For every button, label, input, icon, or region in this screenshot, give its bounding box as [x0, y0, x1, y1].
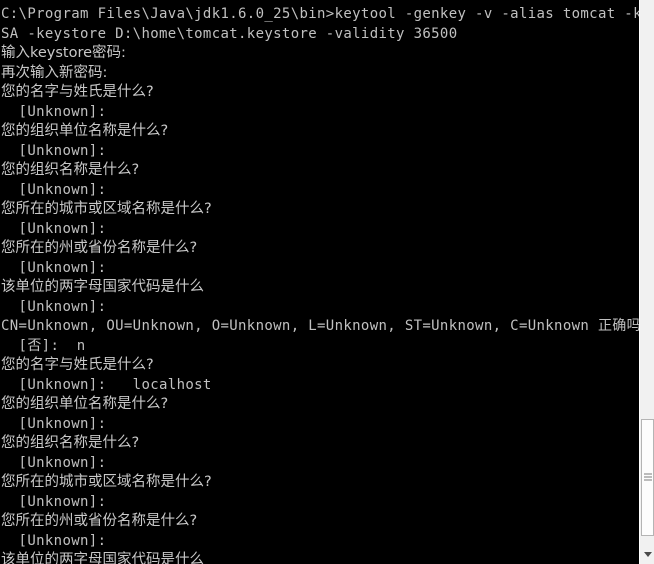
console-line: 您的组织名称是什么?	[1, 435, 140, 451]
console-line: 您所在的城市或区域名称是什么?	[1, 201, 212, 217]
console-line: 该单位的两字母国家代码是什么	[1, 279, 204, 295]
console-line-dn-summary: CN=Unknown, OU=Unknown, O=Unknown, L=Unk…	[1, 318, 639, 334]
scrollbar-down-button[interactable]	[641, 547, 654, 564]
console-line: [Unknown]:	[1, 415, 107, 432]
console-line: 输入keystore密码:	[1, 45, 126, 61]
console-line: 您的组织单位名称是什么?	[1, 123, 169, 139]
console-line: [Unknown]:	[1, 454, 107, 471]
console-line: [Unknown]:	[1, 493, 107, 510]
scrollbar-grip-icon	[643, 473, 652, 482]
console-line: [Unknown]:	[1, 142, 107, 159]
console-line: SA -keystore D:\home\tomcat.keystore -va…	[1, 25, 458, 42]
console-line: 您的名字与姓氏是什么?	[1, 84, 154, 100]
console-line: [Unknown]:	[1, 532, 107, 549]
console-line: [Unknown]:	[1, 181, 107, 198]
console-line: 该单位的两字母国家代码是什么	[1, 552, 204, 564]
console-line: 您所在的州或省份名称是什么?	[1, 240, 198, 256]
vertical-scrollbar[interactable]	[639, 0, 654, 564]
console-line: 您所在的州或省份名称是什么?	[1, 513, 198, 529]
scrollbar-thumb[interactable]	[641, 419, 654, 536]
console-line: [Unknown]:	[1, 259, 107, 276]
scrollbar-up-button[interactable]	[641, 0, 654, 1]
chevron-down-icon	[643, 552, 652, 557]
console-line: [Unknown]:	[1, 220, 107, 237]
console-output-surface[interactable]: C:\Program Files\Java\jdk1.6.0_25\bin>ke…	[0, 0, 639, 564]
console-text-buffer: C:\Program Files\Java\jdk1.6.0_25\bin>ke…	[0, 5, 639, 564]
console-line: [Unknown]:	[1, 103, 107, 120]
console-line-confirm-prompt: [否]: n	[1, 337, 86, 354]
console-line: [Unknown]:	[1, 298, 107, 315]
console-line-answer-localhost: [Unknown]: localhost	[1, 376, 212, 393]
console-line: 您所在的城市或区域名称是什么?	[1, 474, 212, 490]
console-line: 您的组织单位名称是什么?	[1, 396, 169, 412]
command-prompt-window: C:\Program Files\Java\jdk1.6.0_25\bin>ke…	[0, 0, 654, 564]
console-line: 您的组织名称是什么?	[1, 162, 140, 178]
console-line: 您的名字与姓氏是什么?	[1, 357, 154, 373]
console-line: C:\Program Files\Java\jdk1.6.0_25\bin>ke…	[1, 6, 639, 22]
console-line: 再次输入新密码:	[1, 64, 108, 81]
